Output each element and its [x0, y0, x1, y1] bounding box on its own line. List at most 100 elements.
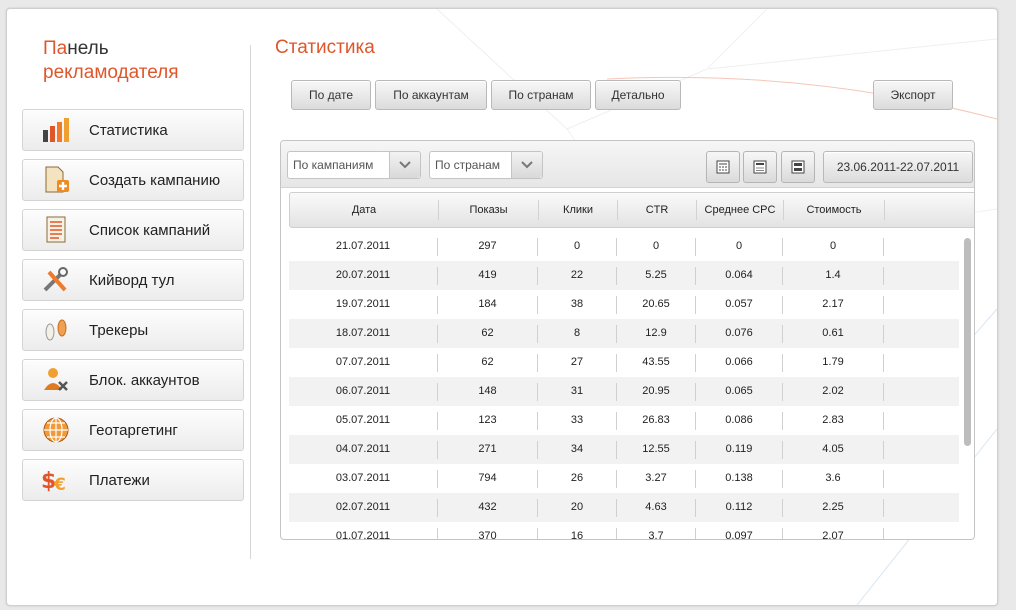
tab-by-date[interactable]: По дате [291, 80, 371, 110]
column-divider [537, 499, 538, 517]
table-row[interactable]: 19.07.2011 184 38 20.65 0.057 2.17 [289, 290, 959, 319]
table-cell: 02.07.2011 [335, 501, 391, 513]
sidebar-item-campaign-list[interactable]: Список кампаний [22, 209, 244, 251]
app-window: Панель рекламодателя Статистика Создать … [6, 8, 998, 606]
bar-chart-icon [41, 116, 71, 144]
table-row[interactable]: 06.07.2011 148 31 20.95 0.065 2.02 [289, 377, 959, 406]
sidebar-item-account-block[interactable]: Блок. аккаунтов [22, 359, 244, 401]
chevron-down-icon[interactable] [389, 152, 420, 178]
tab-detailed[interactable]: Детально [595, 80, 681, 110]
table-row[interactable]: 02.07.2011 432 20 4.63 0.112 2.25 [289, 493, 959, 522]
table-row[interactable]: 05.07.2011 123 33 26.83 0.086 2.83 [289, 406, 959, 435]
table-cell: 794 [478, 472, 497, 484]
sidebar-item-label: Платежи [89, 472, 150, 489]
svg-text:€: € [53, 475, 66, 494]
sidebar-item-payments[interactable]: $ € Платежи [22, 459, 244, 501]
sidebar-item-create-campaign[interactable]: Создать кампанию [22, 159, 244, 201]
column-divider [437, 441, 438, 459]
table-cell: 43.55 [642, 356, 670, 368]
table-row[interactable]: 18.07.2011 62 8 12.9 0.076 0.61 [289, 319, 959, 348]
column-header-avg-cpc[interactable]: Среднее CPC [697, 204, 783, 216]
column-divider [616, 528, 617, 539]
table-cell: 419 [478, 269, 497, 281]
table-cell: 5.25 [645, 269, 667, 281]
column-divider [616, 441, 617, 459]
export-button[interactable]: Экспорт [873, 80, 953, 110]
column-header-impressions[interactable]: Показы [439, 204, 538, 216]
column-divider [616, 325, 617, 343]
column-divider [782, 325, 783, 343]
column-divider [883, 354, 884, 372]
column-header-cost[interactable]: Стоимость [784, 204, 884, 216]
column-divider [437, 296, 438, 314]
table-row[interactable]: 01.07.2011 370 16 3.7 0.097 2.07 [289, 522, 959, 539]
table-cell: 2.02 [822, 385, 844, 397]
table-cell: 2.07 [822, 530, 844, 539]
table-row[interactable]: 04.07.2011 271 34 12.55 0.119 4.05 [289, 435, 959, 464]
tab-by-countries[interactable]: По странам [491, 80, 591, 110]
column-divider [884, 200, 885, 220]
tools-icon [41, 266, 71, 294]
table-cell: 370 [478, 530, 497, 539]
sidebar-item-trackers[interactable]: Трекеры [22, 309, 244, 351]
table-cell: 0.066 [725, 356, 753, 368]
sidebar-item-keyword-tool[interactable]: Кийворд тул [22, 259, 244, 301]
table-cell: 123 [478, 414, 497, 426]
sidebar-menu: Статистика Создать кампанию Список кампа… [22, 109, 244, 509]
table-cell: 0.112 [725, 501, 753, 513]
country-filter-select[interactable]: По странам [429, 151, 543, 179]
column-header-ctr[interactable]: CTR [618, 204, 696, 216]
globe-icon [41, 416, 71, 444]
column-divider [782, 528, 783, 539]
list-view-button[interactable] [781, 151, 815, 183]
column-divider [537, 296, 538, 314]
column-divider [537, 441, 538, 459]
table-row[interactable]: 07.07.2011 62 27 43.55 0.066 1.79 [289, 348, 959, 377]
table-cell: 20.07.2011 [335, 269, 391, 281]
table-cell: 38 [570, 298, 584, 310]
money-icon: $ € [41, 466, 71, 495]
column-divider [695, 325, 696, 343]
table-cell: 62 [481, 327, 494, 339]
date-range-button[interactable]: 23.06.2011-22.07.2011 [823, 151, 973, 183]
column-header-clicks[interactable]: Клики [539, 204, 617, 216]
footprints-icon [41, 316, 71, 344]
column-divider [883, 267, 884, 285]
campaign-filter-select[interactable]: По кампаниям [287, 151, 421, 179]
column-divider [537, 354, 538, 372]
tab-by-accounts[interactable]: По аккаунтам [375, 80, 487, 110]
table-cell: 05.07.2011 [335, 414, 391, 426]
table-body: 21.07.2011 297 0 0 0 0 20.07.2011 419 22 5.25 0.06… [289, 232, 959, 539]
calculator-button[interactable] [706, 151, 740, 183]
table-scrollbar[interactable] [964, 238, 971, 446]
column-divider [695, 441, 696, 459]
table-view-button[interactable] [743, 151, 777, 183]
table-row[interactable]: 20.07.2011 419 22 5.25 0.064 1.4 [289, 261, 959, 290]
table-cell: 3.27 [645, 472, 667, 484]
column-divider [537, 528, 538, 539]
column-divider [695, 354, 696, 372]
table-cell: 4.63 [645, 501, 667, 513]
table-cell: 2.83 [822, 414, 844, 426]
table-cell: 20 [570, 501, 584, 513]
column-divider [782, 470, 783, 488]
table-cell: 4.05 [822, 443, 844, 455]
sidebar-item-statistics[interactable]: Статистика [22, 109, 244, 151]
column-header-date[interactable]: Дата [290, 204, 438, 216]
column-divider [537, 267, 538, 285]
table-cell: 432 [478, 501, 497, 513]
chevron-down-icon[interactable] [511, 152, 542, 178]
table-cell: 06.07.2011 [335, 385, 391, 397]
column-divider [616, 412, 617, 430]
column-divider [695, 499, 696, 517]
table-toolbar: По кампаниям По странам 23.06.2011-22.07… [281, 141, 974, 188]
column-divider [883, 412, 884, 430]
sidebar-item-label: Статистика [89, 122, 168, 139]
table-cell: 20.95 [642, 385, 670, 397]
column-divider [695, 470, 696, 488]
table-row[interactable]: 03.07.2011 794 26 3.27 0.138 3.6 [289, 464, 959, 493]
column-divider [883, 470, 884, 488]
sidebar-item-geotargeting[interactable]: Геотаргетинг [22, 409, 244, 451]
column-divider [883, 238, 884, 256]
table-row[interactable]: 21.07.2011 297 0 0 0 0 [289, 232, 959, 261]
